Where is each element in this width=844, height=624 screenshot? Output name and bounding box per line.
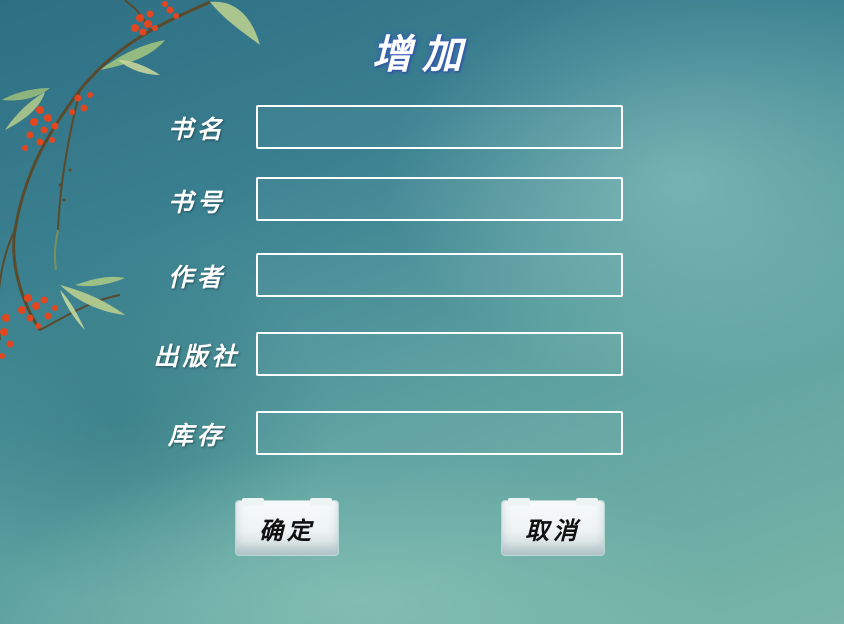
label-book-number: 书号 [167,188,226,217]
author-input[interactable] [256,253,623,297]
cancel-button[interactable]: 取消 [502,498,604,555]
label-author: 作者 [167,263,226,292]
publisher-input[interactable] [256,332,623,376]
book-name-input[interactable] [256,105,623,149]
confirm-button-label: 确定 [259,515,315,545]
page-title: 增加 [372,31,472,78]
stock-input[interactable] [256,411,623,455]
label-publisher: 出版社 [153,342,241,371]
book-number-input[interactable] [256,177,623,221]
confirm-button[interactable]: 确定 [236,498,338,555]
cancel-button-label: 取消 [525,515,581,545]
label-stock: 库存 [167,421,226,450]
label-book-name: 书名 [167,115,226,144]
